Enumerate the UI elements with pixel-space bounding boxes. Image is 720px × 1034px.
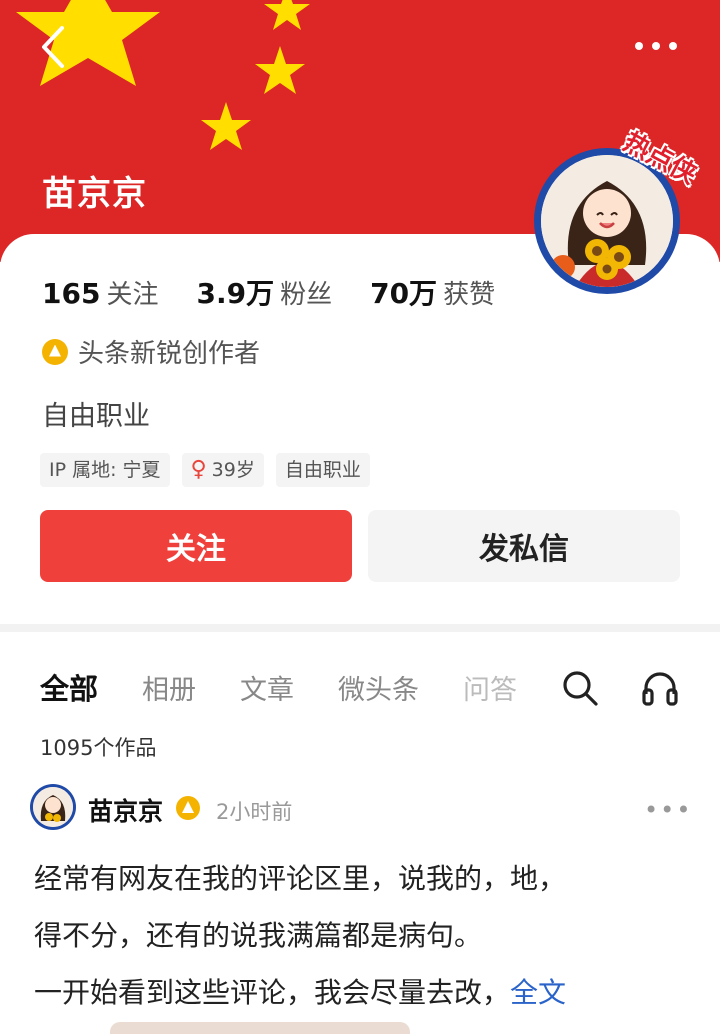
tab-qa[interactable]: 问答 — [463, 668, 517, 707]
avatar-illustration — [33, 787, 73, 827]
profile-bio: 自由职业 — [42, 401, 150, 432]
post-author-avatar[interactable] — [30, 784, 76, 830]
avatar-illustration — [541, 155, 673, 287]
post-image-preview[interactable] — [110, 1022, 410, 1034]
tab-micro-posts[interactable]: 微头条 — [338, 668, 419, 707]
post-author-name[interactable]: 苗京京 — [88, 792, 163, 828]
post-more-button[interactable]: ••• — [644, 796, 692, 824]
back-arrow-icon[interactable] — [30, 22, 80, 72]
post-text-fragment: 一开始看到这些评论，我会尽量去改， — [34, 976, 511, 1009]
profile-tags: IP 属地: 宁夏 ♀ 39岁 自由职业 — [40, 453, 370, 487]
works-count: 1095个作品 — [40, 736, 157, 760]
profile-stats: 165 关注 3.9万 粉丝 70万 获赞 — [42, 272, 495, 312]
tab-all[interactable]: 全部 — [40, 666, 98, 708]
read-full-link[interactable]: 全文 — [510, 976, 566, 1009]
age-label: 39岁 — [211, 459, 255, 481]
profile-avatar[interactable]: 热点侠 — [534, 127, 701, 294]
ip-location-tag: IP 属地: 宁夏 — [40, 453, 170, 487]
occupation-tag: 自由职业 — [275, 453, 370, 487]
female-icon: ♀ — [190, 457, 207, 482]
stat-following[interactable]: 165 关注 — [42, 274, 158, 311]
post-text-line: 得不分，还有的说我满篇都是病句。 — [34, 919, 483, 952]
tab-articles[interactable]: 文章 — [240, 668, 294, 707]
stat-number: 3.9万 — [196, 277, 275, 310]
stat-followers[interactable]: 3.9万 粉丝 — [196, 272, 332, 312]
creator-badge-icon — [42, 338, 68, 365]
banner-profile-name: 苗京京 — [42, 174, 147, 214]
content-tabs: 全部 相册 文章 微头条 问答 — [40, 666, 517, 708]
stat-number: 165 — [42, 277, 101, 310]
stat-number: 70万 — [370, 277, 438, 310]
send-message-button[interactable]: 发私信 — [368, 510, 680, 582]
creator-level-label: 头条新锐创作者 — [78, 339, 261, 369]
verified-icon — [176, 796, 200, 820]
post-text-line: 经常有网友在我的评论区里，说我的，地， — [34, 862, 567, 895]
gender-age-tag: ♀ 39岁 — [181, 453, 264, 487]
creator-level[interactable]: 头条新锐创作者 — [42, 333, 260, 370]
stat-label: 关注 — [106, 280, 159, 310]
tab-album[interactable]: 相册 — [142, 668, 196, 707]
post-content[interactable]: 经常有网友在我的评论区里，说我的，地， 得不分，还有的说我满篇都是病句。 一开始… — [34, 850, 684, 1021]
headphones-icon[interactable] — [640, 668, 680, 708]
stat-label: 粉丝 — [280, 280, 333, 310]
section-divider — [0, 624, 720, 632]
follow-button[interactable]: 关注 — [40, 510, 352, 582]
search-icon[interactable] — [560, 668, 600, 708]
post-text-line: 一开始看到这些评论，我会尽量去改，全文 — [34, 964, 684, 1021]
stat-likes[interactable]: 70万 获赞 — [370, 272, 495, 312]
stat-label: 获赞 — [443, 280, 496, 310]
more-dots-icon[interactable] — [628, 28, 684, 64]
post-timestamp: 2小时前 — [216, 800, 293, 824]
